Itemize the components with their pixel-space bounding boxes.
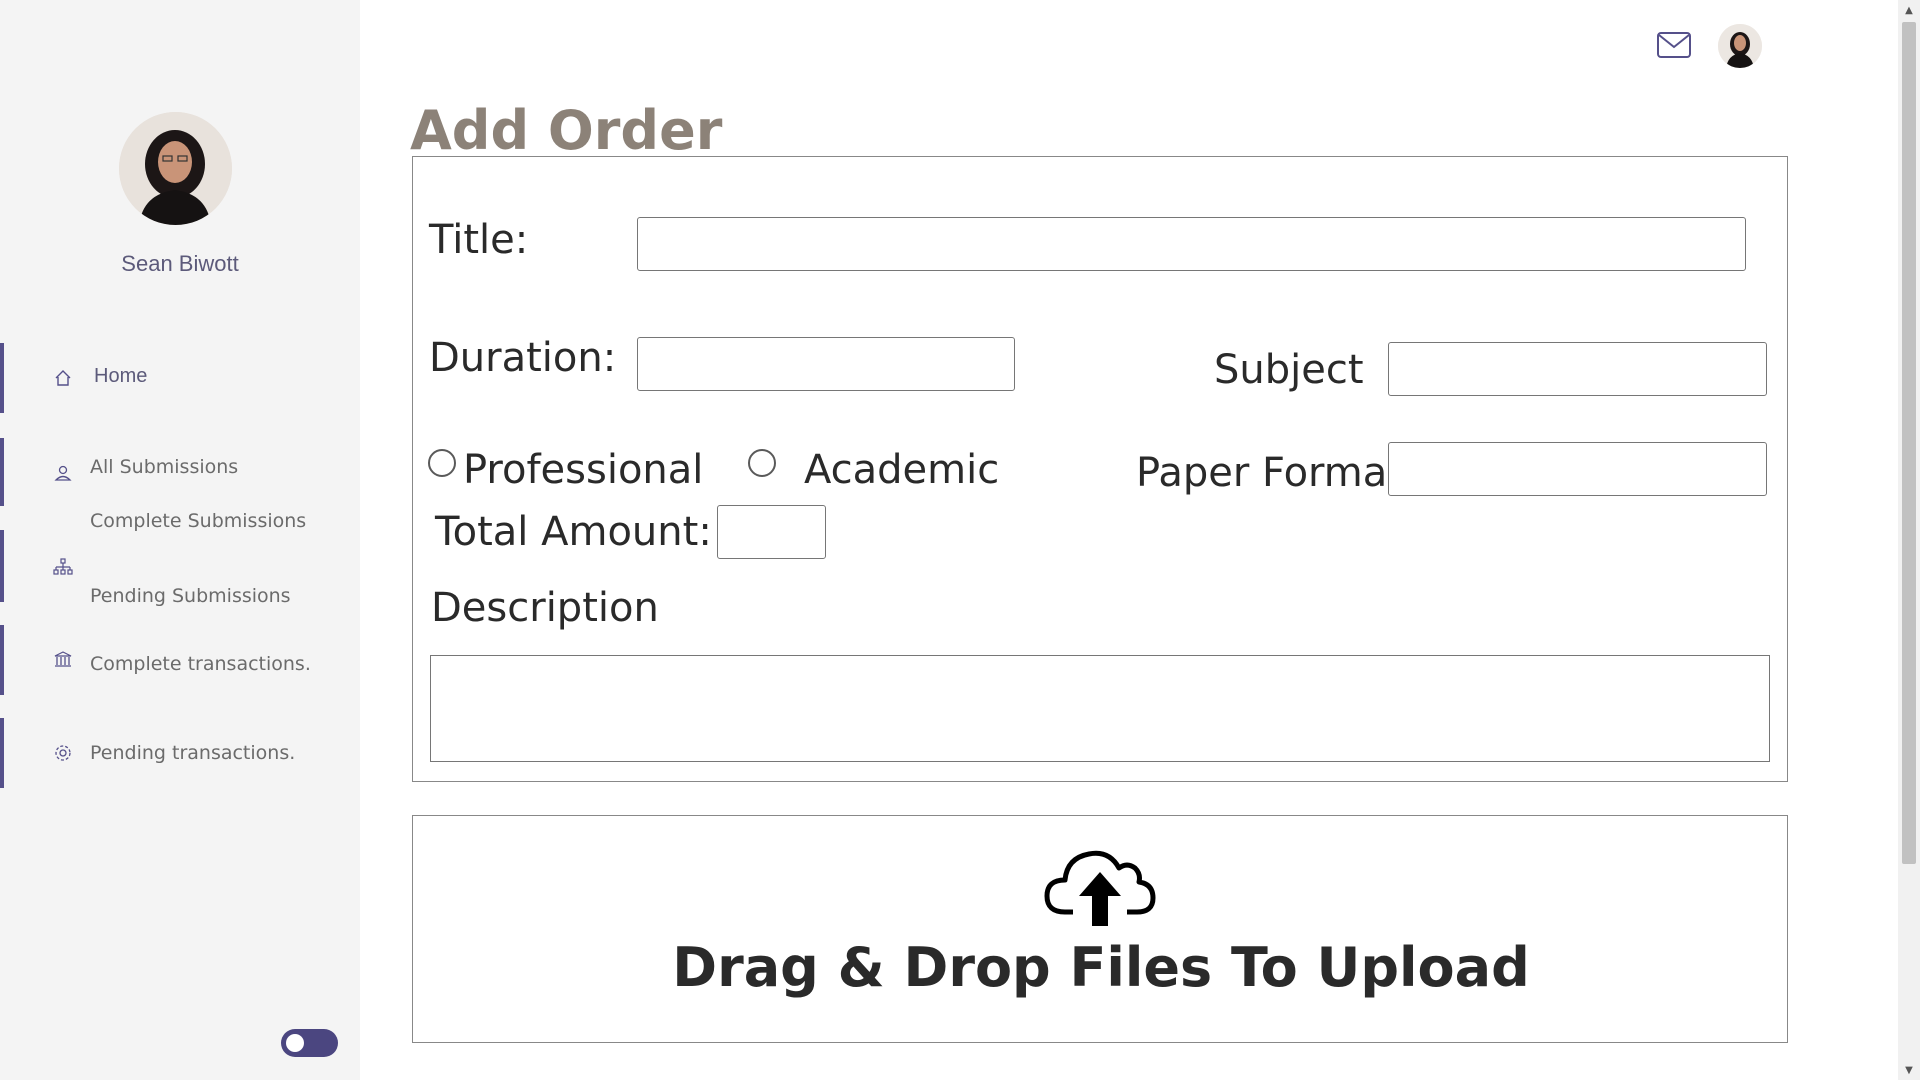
- paper-format-label: Paper Format: [1136, 450, 1403, 496]
- user-photo-icon: [1718, 24, 1762, 68]
- description-textarea[interactable]: [430, 655, 1770, 762]
- sidebar-item-pending-transactions[interactable]: Pending transactions.: [0, 718, 360, 788]
- cloud-upload-icon: [1043, 840, 1157, 926]
- sidebar-item-pending-submissions[interactable]: Pending Submissions: [0, 530, 360, 607]
- bank-icon: [52, 649, 74, 671]
- toggle-knob: [286, 1034, 304, 1052]
- header-avatar[interactable]: [1718, 24, 1762, 68]
- duration-input[interactable]: [637, 337, 1015, 391]
- paper-format-input[interactable]: [1388, 442, 1767, 496]
- mail-icon[interactable]: [1656, 30, 1692, 60]
- theme-toggle[interactable]: [281, 1029, 338, 1057]
- home-icon: [52, 367, 74, 389]
- sitemap-icon: [52, 556, 74, 578]
- profile-name: Sean Biwott: [121, 251, 239, 276]
- sidebar: Sean Biwott Home All Submissions Complet…: [0, 0, 360, 1080]
- title-input[interactable]: [637, 217, 1746, 271]
- file-upload-dropzone[interactable]: Drag & Drop Files To Upload: [412, 815, 1788, 1043]
- title-label: Title:: [429, 217, 529, 263]
- vertical-scrollbar[interactable]: ▲ ▼: [1898, 0, 1920, 1080]
- sidebar-item-label: Pending transactions.: [90, 742, 296, 764]
- user-photo-icon: [119, 112, 232, 225]
- sidebar-item-label: Home: [94, 365, 148, 387]
- academic-radio[interactable]: [748, 449, 776, 477]
- total-amount-label: Total Amount:: [435, 509, 712, 555]
- total-amount-input[interactable]: [717, 505, 826, 559]
- sidebar-item-home[interactable]: Home: [0, 343, 360, 413]
- subject-label: Subject: [1214, 347, 1364, 393]
- sidebar-item-label: Complete transactions.: [90, 653, 311, 675]
- academic-label: Academic: [804, 447, 1000, 493]
- sidebar-item-complete-transactions[interactable]: Complete transactions.: [0, 625, 360, 695]
- sidebar-item-all-submissions[interactable]: All Submissions: [0, 438, 360, 506]
- scroll-down-arrow-icon[interactable]: ▼: [1898, 1060, 1920, 1080]
- gear-icon: [52, 742, 74, 764]
- scroll-up-arrow-icon[interactable]: ▲: [1898, 0, 1920, 20]
- professional-label: Professional: [463, 447, 704, 493]
- description-label: Description: [431, 585, 659, 631]
- upload-instruction: Drag & Drop Files To Upload: [672, 936, 1530, 999]
- subject-input[interactable]: [1388, 342, 1767, 396]
- user-icon: [52, 462, 74, 484]
- scroll-thumb[interactable]: [1902, 22, 1916, 864]
- professional-radio[interactable]: [428, 449, 456, 477]
- duration-label: Duration:: [429, 335, 617, 381]
- sidebar-item-label: Pending Submissions: [90, 585, 291, 607]
- profile-avatar[interactable]: [119, 112, 232, 225]
- sidebar-item-complete-submissions[interactable]: Complete Submissions: [90, 510, 306, 532]
- sidebar-item-label: All Submissions: [90, 456, 239, 478]
